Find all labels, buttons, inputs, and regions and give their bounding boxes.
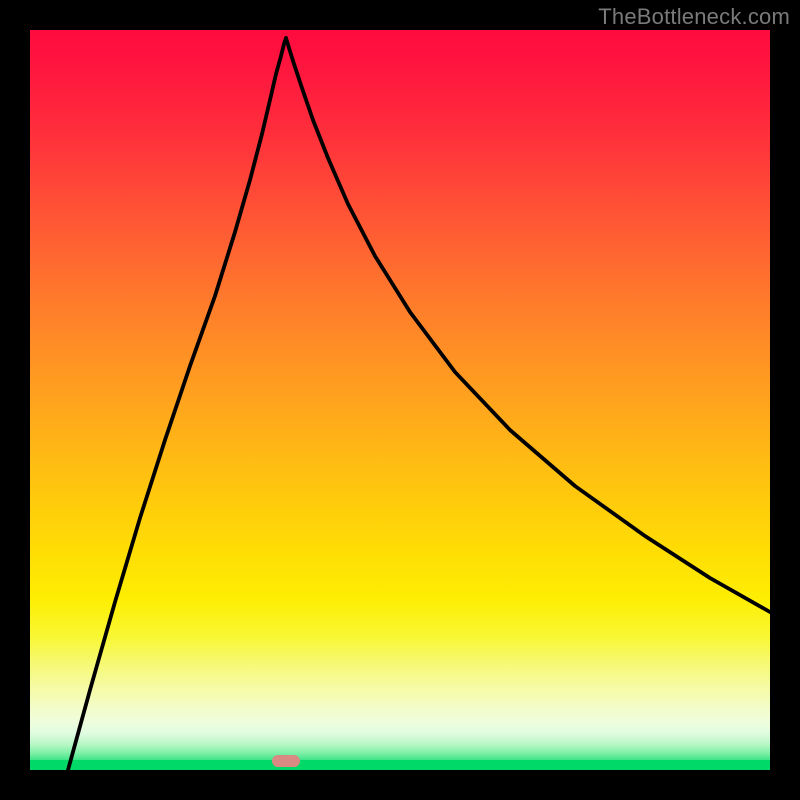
chart-frame: TheBottleneck.com xyxy=(0,0,800,800)
watermark-text: TheBottleneck.com xyxy=(598,4,790,30)
plot-area xyxy=(30,30,770,770)
right-branch xyxy=(286,38,770,612)
curve-svg xyxy=(30,30,770,770)
min-marker xyxy=(272,755,300,767)
left-branch xyxy=(68,38,286,770)
